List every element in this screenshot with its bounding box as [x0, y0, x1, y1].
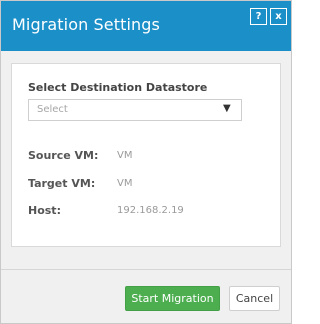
source-vm-label: Source VM: — [28, 149, 99, 162]
target-vm-label: Target VM: — [28, 177, 96, 190]
start-migration-button[interactable]: Start Migration — [125, 286, 220, 311]
target-vm-value: VM — [117, 178, 133, 189]
datastore-select-value: Select — [37, 104, 68, 115]
host-label: Host: — [28, 204, 61, 217]
datastore-select[interactable]: Select ▼ — [28, 99, 242, 121]
chevron-down-icon: ▼ — [223, 103, 231, 114]
cancel-button[interactable]: Cancel — [229, 286, 280, 311]
close-button[interactable]: x — [270, 8, 287, 25]
migration-settings-dialog: Migration Settings ? x Select Destinatio… — [0, 0, 292, 324]
help-button[interactable]: ? — [250, 8, 267, 25]
host-value: 192.168.2.19 — [117, 205, 184, 216]
footer-divider — [1, 269, 291, 270]
datastore-label: Select Destination Datastore — [28, 81, 208, 94]
source-vm-value: VM — [117, 150, 133, 161]
dialog-titlebar: Migration Settings ? x — [1, 1, 291, 51]
dialog-title: Migration Settings — [12, 15, 160, 34]
